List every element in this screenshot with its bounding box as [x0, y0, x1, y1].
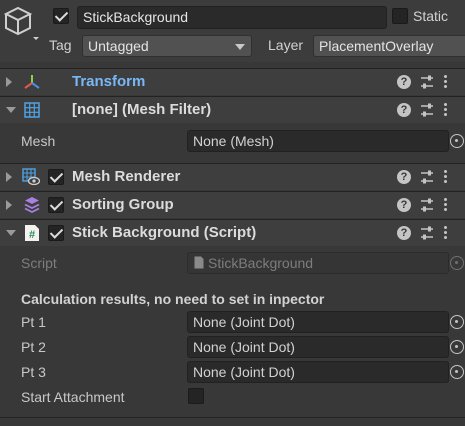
presets-icon[interactable] [419, 197, 435, 213]
bottom-divider [0, 417, 465, 418]
mesh-renderer-icon [22, 168, 40, 186]
pt2-label: Pt 2 [21, 339, 46, 355]
mesh-renderer-header[interactable]: Mesh Renderer ? [0, 163, 465, 190]
pt2-object-field[interactable]: None (Joint Dot) [187, 336, 449, 358]
object-picker-icon[interactable] [449, 339, 465, 355]
mesh-renderer-title: Mesh Renderer [72, 168, 181, 185]
help-icon[interactable]: ? [397, 75, 411, 89]
component-header-icons: ? [397, 102, 457, 120]
start-attachment-label: Start Attachment [21, 389, 125, 405]
script-label: Script [21, 255, 57, 271]
gameobject-cube-icon[interactable] [4, 6, 40, 40]
mesh-grid-icon [24, 102, 40, 118]
help-icon[interactable]: ? [397, 170, 411, 184]
mesh-filter-body: Mesh None (Mesh) [0, 123, 465, 160]
foldout-closed-icon[interactable] [6, 200, 12, 210]
static-label: Static [413, 8, 449, 24]
section-header: Calculation results, no need to set in i… [21, 291, 325, 307]
more-menu-icon[interactable] [443, 198, 449, 212]
start-attachment-checkbox[interactable] [188, 388, 204, 404]
object-picker-icon[interactable] [449, 314, 465, 330]
object-picker-icon[interactable] [449, 133, 465, 149]
component-header-icons: ? [397, 169, 457, 187]
transform-axes-icon [24, 75, 40, 89]
mesh-filter-header[interactable]: [none] (Mesh Filter) ? [0, 96, 465, 123]
script-component-body: Script StickBackground Calculation resul… [0, 246, 465, 416]
layer-label: Layer [268, 37, 304, 53]
mesh-renderer-enabled-checkbox[interactable] [48, 169, 64, 185]
layer-dropdown-value: PlacementOverlay [319, 38, 434, 54]
gameobject-name-field[interactable]: StickBackground [77, 6, 387, 29]
chevron-down-icon [235, 44, 245, 50]
help-icon[interactable]: ? [397, 226, 411, 240]
object-picker-icon[interactable] [449, 364, 465, 380]
tag-dropdown-value: Untagged [88, 38, 149, 54]
transform-header[interactable]: Transform ? [0, 68, 465, 95]
script-reference-value: StickBackground [208, 255, 314, 271]
tag-dropdown[interactable]: Untagged [82, 35, 252, 57]
sorting-group-title: Sorting Group [72, 196, 174, 213]
foldout-closed-icon[interactable] [6, 77, 12, 87]
svg-text:#: # [29, 229, 35, 241]
component-header-icons: ? [397, 197, 457, 215]
mesh-object-field[interactable]: None (Mesh) [187, 130, 449, 152]
tag-label: Tag [49, 37, 72, 53]
presets-icon[interactable] [419, 74, 435, 90]
object-picker-icon [449, 255, 465, 271]
help-icon[interactable]: ? [397, 103, 411, 117]
script-file-icon [194, 256, 204, 269]
layers-stack-icon [24, 197, 40, 214]
static-checkbox[interactable] [392, 8, 408, 24]
gameobject-header: StickBackground Static Tag Untagged Laye… [0, 0, 465, 62]
more-menu-icon[interactable] [443, 170, 449, 184]
foldout-open-icon[interactable] [6, 230, 16, 236]
transform-title: Transform [72, 73, 146, 90]
pt1-label: Pt 1 [21, 314, 46, 330]
presets-icon[interactable] [419, 102, 435, 118]
more-menu-icon[interactable] [443, 103, 449, 117]
more-menu-icon[interactable] [443, 226, 449, 240]
gameobject-active-checkbox[interactable] [53, 8, 69, 24]
sorting-group-enabled-checkbox[interactable] [48, 197, 64, 213]
help-icon[interactable]: ? [397, 198, 411, 212]
foldout-open-icon[interactable] [6, 107, 16, 113]
sorting-group-header[interactable]: Sorting Group ? [0, 191, 465, 218]
script-reference-field: StickBackground [187, 252, 449, 274]
component-header-icons: ? [397, 225, 457, 243]
layer-dropdown[interactable]: PlacementOverlay [313, 35, 465, 57]
script-component-header[interactable]: # Stick Background (Script) ? [0, 219, 465, 246]
pt3-label: Pt 3 [21, 364, 46, 380]
presets-icon[interactable] [419, 225, 435, 241]
script-component-title: Stick Background (Script) [72, 224, 257, 241]
foldout-closed-icon[interactable] [6, 172, 12, 182]
component-header-icons: ? [397, 74, 457, 92]
mesh-filter-title: [none] (Mesh Filter) [72, 101, 212, 118]
more-menu-icon[interactable] [443, 75, 449, 89]
pt3-object-field[interactable]: None (Joint Dot) [187, 361, 449, 383]
csharp-script-icon: # [25, 225, 39, 241]
pt1-object-field[interactable]: None (Joint Dot) [187, 311, 449, 333]
presets-icon[interactable] [419, 169, 435, 185]
mesh-label: Mesh [21, 133, 56, 149]
script-enabled-checkbox[interactable] [48, 225, 64, 241]
